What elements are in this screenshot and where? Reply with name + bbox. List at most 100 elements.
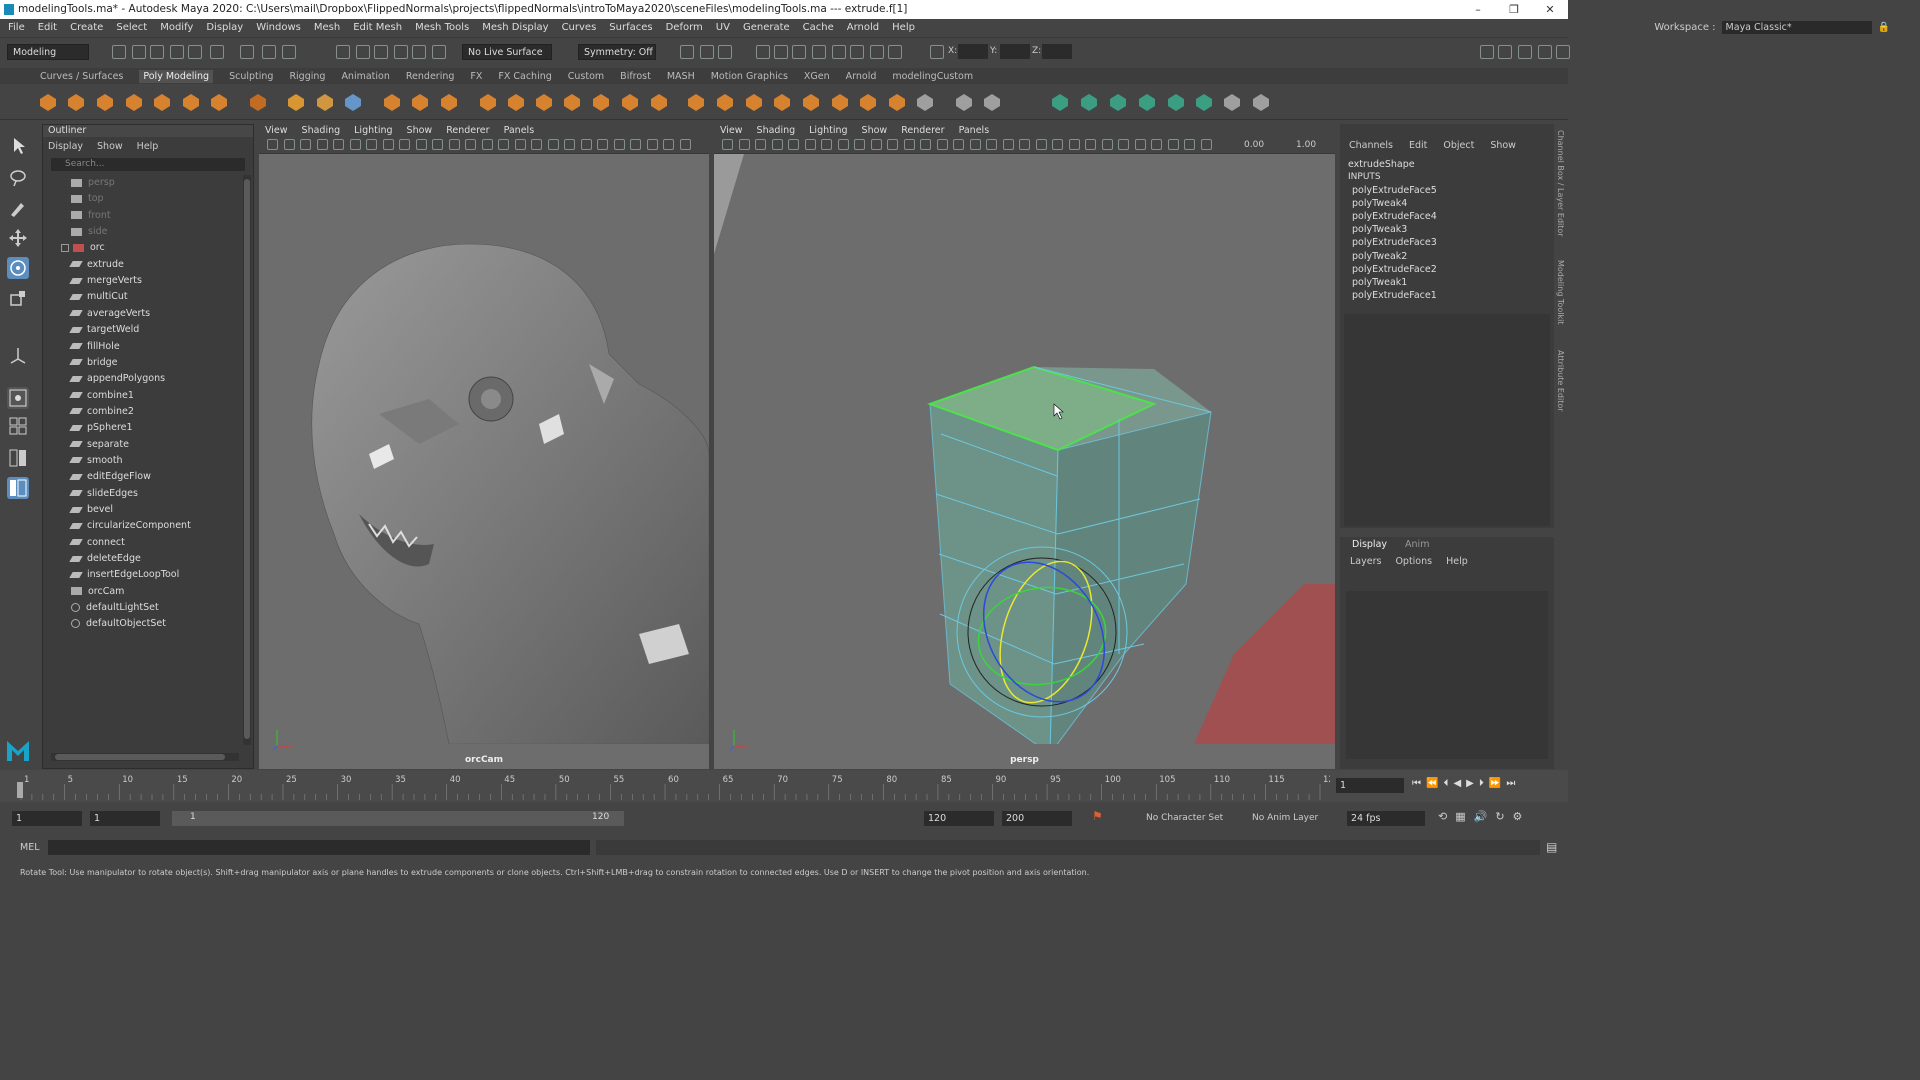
- animation-start-field[interactable]: 1: [12, 811, 82, 826]
- outliner-item-bridge[interactable]: bridge: [69, 355, 117, 371]
- shelf-tool-icon[interactable]: [562, 92, 582, 112]
- viewport-menu-show[interactable]: Show: [862, 124, 888, 138]
- viewport-toolbar-icon[interactable]: [481, 139, 493, 150]
- shelf-tool-icon[interactable]: [686, 92, 706, 112]
- cache-playback-icon[interactable]: ▦: [1455, 810, 1465, 823]
- z-input[interactable]: [1042, 44, 1072, 59]
- shelf-tab-bifrost[interactable]: Bifrost: [620, 71, 651, 82]
- outliner-item-defaultLightSet[interactable]: defaultLightSet: [71, 600, 159, 616]
- outliner-item-mergeVerts[interactable]: mergeVerts: [69, 273, 142, 289]
- outliner-item-slideEdges[interactable]: slideEdges: [69, 486, 138, 502]
- symmetry-dropdown[interactable]: Symmetry: Off: [578, 44, 656, 60]
- outliner-item-appendPolygons[interactable]: appendPolygons: [69, 371, 165, 387]
- attribute-editor-tab[interactable]: Attribute Editor: [1556, 350, 1565, 412]
- viewport-toolbar-icon[interactable]: [646, 139, 658, 150]
- step-forward-frame-icon[interactable]: ⏵: [1479, 778, 1484, 789]
- viewport-toolbar-icon[interactable]: [821, 139, 832, 150]
- layer-menu-layers[interactable]: Layers: [1350, 556, 1381, 567]
- auto-key-icon[interactable]: ⚑: [1092, 809, 1103, 823]
- viewport-menu-shading[interactable]: Shading: [757, 124, 796, 138]
- shelf-tool-icon[interactable]: [954, 92, 974, 112]
- viewport-toolbar-icon[interactable]: [903, 139, 915, 150]
- viewport-toolbar-icon[interactable]: [465, 139, 476, 150]
- status-line-tool-icon[interactable]: [150, 45, 164, 59]
- viewport-toolbar-icon[interactable]: [580, 139, 592, 150]
- viewport-toolbar-icon[interactable]: [1019, 139, 1030, 150]
- input-node-polyTweak4[interactable]: polyTweak4: [1352, 197, 1407, 210]
- far-clip-value[interactable]: 1.00: [1296, 140, 1316, 150]
- viewport-toolbar-icon[interactable]: [630, 139, 641, 150]
- step-forward-key-icon[interactable]: ⏩: [1489, 778, 1501, 789]
- shelf-tool-icon[interactable]: [1251, 92, 1271, 112]
- playback-start-field[interactable]: 1: [90, 811, 160, 826]
- viewport-toolbar-icon[interactable]: [1052, 139, 1063, 150]
- sound-icon[interactable]: 🔊: [1474, 810, 1488, 823]
- outliner-item-top[interactable]: top: [71, 191, 104, 207]
- current-frame-field[interactable]: 1: [1336, 778, 1404, 793]
- viewport-toolbar-icon[interactable]: [613, 139, 625, 150]
- menuset-dropdown[interactable]: Modeling: [7, 44, 89, 60]
- go-to-end-icon[interactable]: ⏭: [1506, 778, 1515, 789]
- status-line-tool-icon[interactable]: [680, 45, 694, 59]
- status-line-tool-icon[interactable]: [756, 45, 770, 59]
- status-line-tool-icon[interactable]: [210, 45, 224, 59]
- viewport-menu-show[interactable]: Show: [407, 124, 433, 138]
- single-perspective-layout-icon[interactable]: [7, 387, 29, 409]
- shelf-tab-sculpting[interactable]: Sculpting: [229, 71, 273, 82]
- menu-surfaces[interactable]: Surfaces: [609, 22, 652, 33]
- shelf-tool-icon[interactable]: [209, 92, 229, 112]
- input-node-polyTweak1[interactable]: polyTweak1: [1352, 276, 1407, 289]
- viewport-toolbar-icon[interactable]: [870, 139, 882, 150]
- viewport-toolbar-icon[interactable]: [738, 139, 750, 150]
- viewport-toolbar-icon[interactable]: [300, 139, 311, 150]
- shelf-tool-icon[interactable]: [887, 92, 907, 112]
- input-node-polyTweak3[interactable]: polyTweak3: [1352, 223, 1407, 236]
- menu-arnold[interactable]: Arnold: [847, 22, 879, 33]
- viewport-toolbar-icon[interactable]: [986, 139, 997, 150]
- lasso-tool-icon[interactable]: [7, 167, 29, 189]
- status-line-tool-icon[interactable]: [870, 45, 884, 59]
- viewport-toolbar-icon[interactable]: [1151, 139, 1162, 150]
- red-object[interactable]: [1194, 584, 1335, 744]
- menu-display[interactable]: Display: [206, 22, 243, 33]
- outliner-menu-help[interactable]: Help: [137, 141, 159, 152]
- menu-select[interactable]: Select: [116, 22, 147, 33]
- animation-end-field[interactable]: 200: [1002, 811, 1072, 826]
- status-line-tool-icon[interactable]: [188, 45, 202, 59]
- viewport-toolbar-icon[interactable]: [804, 139, 816, 150]
- status-line-tool-icon[interactable]: [930, 45, 944, 59]
- shelf-tool-icon[interactable]: [591, 92, 611, 112]
- outliner-item-fillHole[interactable]: fillHole: [69, 339, 120, 355]
- viewport-toolbar-icon[interactable]: [854, 139, 865, 150]
- status-line-tool-icon[interactable]: [832, 45, 846, 59]
- viewport-toolbar-icon[interactable]: [1184, 139, 1195, 150]
- shelf-tab-rigging[interactable]: Rigging: [289, 71, 325, 82]
- outliner-search-input[interactable]: Search...: [51, 158, 245, 171]
- outliner-persp-layout-icon[interactable]: [7, 477, 29, 499]
- viewport-menu-lighting[interactable]: Lighting: [354, 124, 392, 138]
- viewport-menu-renderer[interactable]: Renderer: [901, 124, 944, 138]
- shelf-tool-icon[interactable]: [382, 92, 402, 112]
- menu-edit[interactable]: Edit: [38, 22, 57, 33]
- extrude-box-mesh[interactable]: [927, 365, 1212, 744]
- input-node-polyTweak2[interactable]: polyTweak2: [1352, 250, 1407, 263]
- shelf-tool-icon[interactable]: [772, 92, 792, 112]
- shelf-tool-icon[interactable]: [152, 92, 172, 112]
- outliner-item-insertEdgeLoopTool[interactable]: insertEdgeLoopTool: [69, 567, 179, 583]
- viewport-toolbar-icon[interactable]: [1167, 139, 1179, 150]
- lock-icon[interactable]: 🔒: [1878, 22, 1890, 33]
- shelf-tab-modelingcustom[interactable]: modelingCustom: [892, 71, 973, 82]
- y-input[interactable]: [1000, 44, 1030, 59]
- current-time-indicator[interactable]: [17, 782, 23, 798]
- outliner-item-combine2[interactable]: combine2: [69, 404, 134, 420]
- minimize-button[interactable]: –: [1460, 0, 1496, 19]
- viewport-toolbar-icon[interactable]: [349, 139, 361, 150]
- outliner-item-multiCut[interactable]: multiCut: [69, 289, 128, 305]
- modeling-toolkit-tab[interactable]: Modeling Toolkit: [1556, 260, 1565, 324]
- status-line-tool-icon[interactable]: [700, 45, 714, 59]
- viewport-toolbar-icon[interactable]: [547, 139, 559, 150]
- menu-deform[interactable]: Deform: [666, 22, 703, 33]
- viewport-toolbar-icon[interactable]: [1035, 139, 1047, 150]
- outliner-item-averageVerts[interactable]: averageVerts: [69, 306, 150, 322]
- status-line-tool-icon[interactable]: [812, 45, 826, 59]
